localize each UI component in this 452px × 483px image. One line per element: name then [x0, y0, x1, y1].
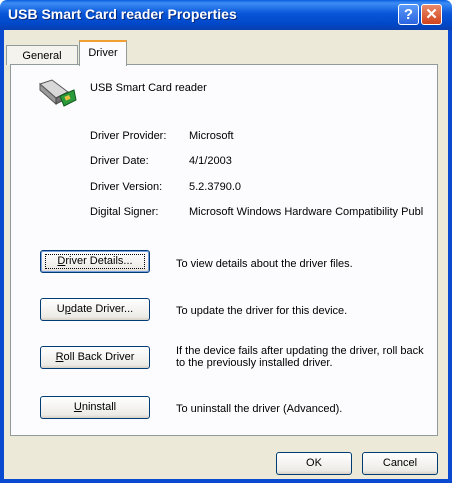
update-driver-description: To update the driver for this device. [176, 305, 348, 317]
driver-date-value: 4/1/2003 [189, 155, 232, 167]
driver-provider-value: Microsoft [189, 130, 234, 142]
digital-signer-label: Digital Signer: [90, 206, 159, 218]
cancel-button[interactable]: Cancel [362, 452, 438, 475]
smart-card-reader-icon [39, 79, 77, 107]
driver-version-value: 5.2.3790.0 [189, 181, 241, 193]
driver-version-label: Driver Version: [90, 181, 163, 193]
button-label-part: U [56, 303, 65, 315]
title-bar[interactable]: USB Smart Card reader Properties ? ✕ [0, 0, 452, 30]
button-label-accelerator: U [73, 401, 82, 413]
button-label-part: oll Back Driver [63, 351, 135, 363]
close-button[interactable]: ✕ [421, 4, 442, 25]
button-label-part: date Driver... [70, 303, 134, 315]
help-button[interactable]: ? [398, 4, 419, 25]
update-driver-button[interactable]: Update Driver... [40, 298, 150, 321]
window-title: USB Smart Card reader Properties [8, 6, 237, 22]
button-label-part: ninstall [81, 401, 117, 413]
ok-button[interactable]: OK [276, 452, 352, 475]
tab-driver[interactable]: Driver [79, 40, 127, 66]
uninstall-description: To uninstall the driver (Advanced). [176, 403, 343, 415]
tab-general[interactable]: General [6, 45, 78, 65]
button-label-accelerator: R [55, 351, 64, 363]
device-name: USB Smart Card reader [90, 82, 207, 94]
driver-details-description: To view details about the driver files. [176, 258, 353, 270]
window-frame-right [448, 30, 452, 483]
properties-window: USB Smart Card reader Properties ? ✕ Gen… [0, 0, 452, 483]
driver-date-label: Driver Date: [90, 155, 149, 167]
digital-signer-value: Microsoft Windows Hardware Compatibility… [189, 206, 424, 218]
uninstall-button[interactable]: Uninstall [40, 396, 150, 419]
window-frame-bottom [0, 479, 452, 483]
driver-details-button[interactable]: Driver Details... [40, 250, 150, 273]
focus-rectangle [45, 254, 145, 269]
roll-back-driver-button[interactable]: Roll Back Driver [40, 346, 150, 369]
roll-back-driver-description: If the device fails after updating the d… [176, 345, 424, 369]
driver-provider-label: Driver Provider: [90, 130, 167, 142]
